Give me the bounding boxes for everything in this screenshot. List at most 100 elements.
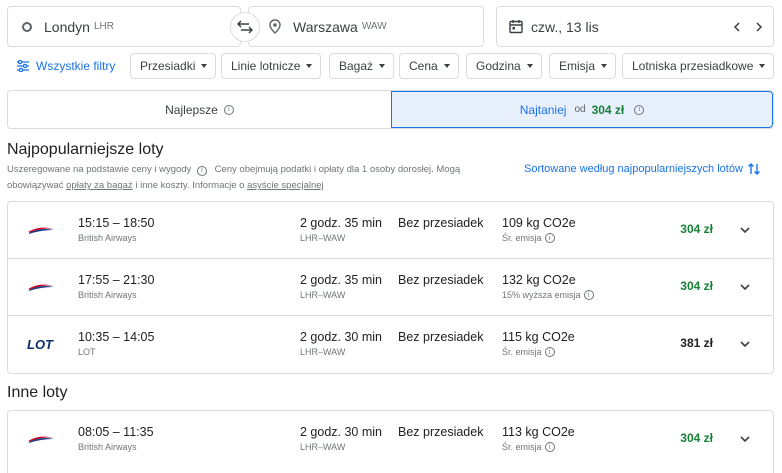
filter-airlines-label: Linie lotnicze bbox=[231, 59, 301, 73]
swap-arrows-icon bbox=[237, 20, 253, 34]
emission-level: 15% wyższa emisja i bbox=[502, 290, 594, 300]
all-filters-label: Wszystkie filtry bbox=[36, 59, 116, 73]
co2-emissions: 113 kg CO2e bbox=[502, 425, 575, 439]
flight-price: 304 zł bbox=[680, 222, 713, 236]
filter-stops-label: Przesiadki bbox=[140, 59, 196, 73]
flight-times: 17:55 – 21:30 bbox=[78, 273, 155, 287]
departure-date-field[interactable]: czw., 13 lis bbox=[496, 6, 774, 47]
flight-route: LHR–WAW bbox=[300, 347, 346, 357]
flight-row[interactable]: 17:55 – 21:30 British Airways 2 godz. 35… bbox=[8, 259, 773, 316]
flight-row[interactable]: 15:15 – 18:50 British Airways 2 godz. 35… bbox=[8, 202, 773, 259]
destination-code: WAW bbox=[361, 21, 387, 32]
info-icon[interactable]: i bbox=[634, 104, 645, 115]
flight-row[interactable]: 08:05 – 11:35 British Airways 2 godz. 30… bbox=[8, 411, 773, 468]
next-date-icon[interactable] bbox=[753, 21, 765, 33]
airline-name: British Airways bbox=[78, 233, 137, 243]
tab-cheapest-price: 304 zł bbox=[591, 102, 625, 117]
dropdown-caret-icon bbox=[601, 64, 608, 68]
all-filters-button[interactable]: Wszystkie filtry bbox=[16, 53, 115, 79]
special-assistance-link[interactable]: asyście specjalnej bbox=[247, 180, 324, 191]
flight-route: LHR–WAW bbox=[300, 233, 346, 243]
flight-route: LHR–WAW bbox=[300, 290, 346, 300]
dropdown-caret-icon bbox=[306, 64, 313, 68]
filter-time[interactable]: Godzina bbox=[466, 53, 542, 79]
origin-circle-icon bbox=[22, 21, 32, 32]
dropdown-caret-icon bbox=[201, 64, 208, 68]
airline-logo bbox=[26, 279, 56, 295]
emission-level: Śr. emisja i bbox=[502, 442, 555, 452]
emission-level-text: 15% wyższa emisja bbox=[502, 290, 581, 300]
british-airways-logo-icon bbox=[28, 227, 54, 234]
airline-logo: LOT bbox=[26, 336, 56, 352]
flight-stops: Bez przesiadek bbox=[398, 330, 484, 344]
flight-stops: Bez przesiadek bbox=[398, 216, 484, 230]
popular-flights-title: Najpopularniejsze loty bbox=[7, 141, 164, 158]
flight-duration: 2 godz. 30 min bbox=[300, 425, 382, 439]
price-note-text-2: i inne koszty. Informacje o bbox=[135, 180, 245, 191]
filter-emissions[interactable]: Emisja bbox=[549, 53, 617, 79]
info-icon[interactable]: i bbox=[196, 165, 207, 176]
british-airways-logo-icon bbox=[28, 284, 54, 291]
british-airways-logo-icon bbox=[28, 436, 54, 443]
airline-logo bbox=[26, 431, 56, 447]
origin-city: Londyn bbox=[44, 18, 90, 35]
bag-fees-link[interactable]: opłaty za bagaż bbox=[66, 180, 133, 191]
expand-chevron-icon[interactable] bbox=[739, 224, 751, 236]
tab-cheapest-from: od bbox=[574, 104, 586, 115]
filter-baggage[interactable]: Bagaż bbox=[329, 53, 395, 79]
flight-duration: 2 godz. 35 min bbox=[300, 273, 382, 287]
filter-airlines[interactable]: Linie lotnicze bbox=[221, 53, 322, 79]
calendar-icon bbox=[509, 20, 523, 34]
flight-price: 304 zł bbox=[680, 279, 713, 293]
other-flights-title: Inne loty bbox=[7, 384, 68, 401]
sort-arrows-icon bbox=[747, 163, 760, 175]
flight-row[interactable]: LOT 10:35 – 14:05 LOT 2 godz. 30 min LHR… bbox=[8, 316, 773, 373]
sort-button[interactable]: Sortowane według najpopularniejszych lot… bbox=[524, 162, 761, 176]
destination-field[interactable]: Warszawa WAW bbox=[248, 6, 484, 47]
airline-logo bbox=[26, 222, 56, 238]
filter-baggage-label: Bagaż bbox=[339, 59, 374, 73]
filter-price[interactable]: Cena bbox=[399, 53, 459, 79]
flight-times: 15:15 – 18:50 bbox=[78, 216, 155, 230]
svg-text:LOT: LOT bbox=[27, 337, 54, 352]
other-flights-list: 08:05 – 11:35 British Airways 2 godz. 30… bbox=[7, 410, 774, 473]
flight-price: 304 zł bbox=[680, 431, 713, 445]
filter-sliders-icon bbox=[17, 60, 29, 72]
sort-tabs: Najlepsze i Najtaniej od 304 zł i bbox=[7, 90, 774, 129]
co2-emissions: 132 kg CO2e bbox=[502, 273, 576, 287]
tab-best-label: Najlepsze bbox=[165, 102, 218, 117]
filter-time-label: Godzina bbox=[476, 59, 521, 73]
emission-level-text: Śr. emisja bbox=[502, 347, 542, 357]
dropdown-caret-icon bbox=[526, 64, 533, 68]
info-icon[interactable]: i bbox=[544, 347, 555, 357]
filter-connecting-airports[interactable]: Lotniska przesiadkowe bbox=[622, 53, 775, 79]
expand-chevron-icon[interactable] bbox=[739, 433, 751, 445]
expand-chevron-icon[interactable] bbox=[739, 281, 751, 293]
flight-price: 381 zł bbox=[680, 336, 713, 350]
filter-bar: Wszystkie filtry Przesiadki Linie lotnic… bbox=[0, 53, 782, 79]
tab-cheapest[interactable]: Najtaniej od 304 zł i bbox=[391, 91, 773, 128]
previous-date-icon[interactable] bbox=[731, 21, 743, 33]
flight-duration: 2 godz. 30 min bbox=[300, 330, 382, 344]
origin-field[interactable]: Londyn LHR bbox=[7, 6, 241, 47]
popular-flights-list: 15:15 – 18:50 British Airways 2 godz. 35… bbox=[7, 201, 774, 374]
flight-times: 10:35 – 14:05 bbox=[78, 330, 155, 344]
ranking-note: Uszeregowane na podstawie ceny i wygody … bbox=[7, 162, 467, 194]
info-icon[interactable]: i bbox=[544, 233, 555, 243]
co2-emissions: 115 kg CO2e bbox=[502, 330, 575, 344]
info-icon[interactable]: i bbox=[223, 104, 234, 115]
info-icon[interactable]: i bbox=[583, 290, 594, 300]
airline-name: British Airways bbox=[78, 290, 137, 300]
airline-name: LOT bbox=[78, 347, 96, 357]
swap-button[interactable] bbox=[230, 12, 260, 42]
tab-best[interactable]: Najlepsze i bbox=[8, 91, 391, 128]
lot-logo-icon: LOT bbox=[27, 337, 54, 352]
destination-city: Warszawa bbox=[293, 18, 358, 35]
info-icon[interactable]: i bbox=[544, 442, 555, 452]
expand-chevron-icon[interactable] bbox=[739, 338, 751, 350]
flight-route: LHR–WAW bbox=[300, 442, 346, 452]
dropdown-caret-icon bbox=[759, 64, 766, 68]
emission-level: Śr. emisja i bbox=[502, 347, 555, 357]
emission-level-text: Śr. emisja bbox=[502, 233, 542, 243]
filter-stops[interactable]: Przesiadki bbox=[130, 53, 217, 79]
